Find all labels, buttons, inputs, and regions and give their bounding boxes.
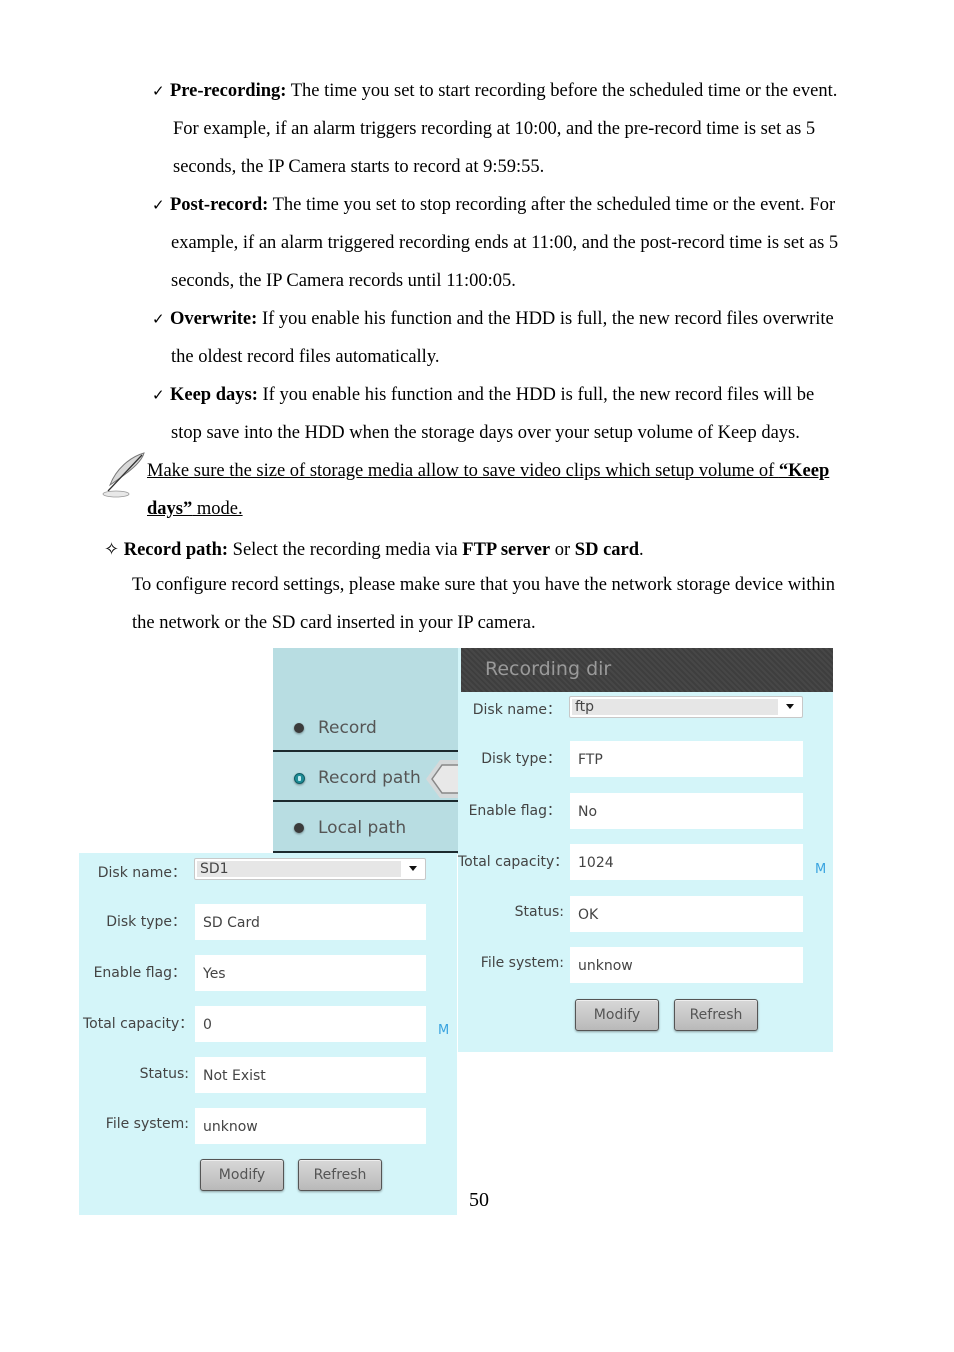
file-system-label: File system: [480,955,564,971]
sd-card-bold: SD card [574,540,640,560]
feather-pen-icon [102,452,145,498]
status-label: Status: [514,904,564,920]
checkmark-icon: ✓ [152,196,165,214]
disk-type-field[interactable]: FTP [570,741,803,777]
nav-divider [273,800,459,802]
bullet-text-line: the oldest record files automatically. [171,347,440,367]
page-number: 50 [469,1189,489,1211]
record-path-text: Select the recording media via [228,540,463,560]
total-capacity-label: Total capacity： [458,854,569,870]
status-field[interactable]: OK [570,896,803,932]
ftp-server-bold: FTP server [462,540,551,560]
disk-name-label: Disk name： [472,702,561,718]
file-system-field[interactable]: unknow [195,1108,426,1144]
record-path-heading: ✧ Record path: Select the recording medi… [104,539,644,561]
enable-flag-field[interactable]: No [570,793,803,829]
status-label: Status: [139,1066,189,1082]
recording-dir-header: Recording dir [461,648,833,692]
bullet-text: The time you set to stop recording after… [272,195,836,215]
checkmark-icon: ✓ [152,386,165,404]
file-system-label: File system: [105,1116,189,1132]
note-bold: “Keep [778,461,830,481]
bullet-text: If you enable his function and the HDD i… [262,385,815,405]
note-line-1: Make sure the size of storage media allo… [147,460,829,482]
disk-type-field[interactable]: SD Card [195,904,426,940]
note-text: Make sure the size of storage media allo… [147,461,779,481]
bullet-term: Post-record: [170,195,269,215]
capacity-unit: M [815,862,827,877]
disk-name-label: Disk name： [97,865,186,881]
selected-arrow-icon [426,760,462,798]
record-nav-panel: Record Record path Local path [273,648,462,854]
nav-item-record[interactable]: Record [273,706,459,754]
record-path-para-line: the network or the SD card inserted in y… [132,613,536,633]
nav-item-label: Record path [318,768,421,788]
bullet-text-line: seconds, the IP Camera starts to record … [173,157,545,177]
enable-flag-label: Enable flag： [93,965,186,981]
radio-dot-icon [294,723,304,733]
radio-dot-icon [294,823,304,833]
bullet-text-line: seconds, the IP Camera records until 11:… [171,271,516,291]
panel-title: Recording dir [485,658,612,680]
file-system-field[interactable]: unknow [570,947,803,983]
bullet-pre-recording: ✓ Pre-recording: The time you set to star… [152,80,837,102]
bullet-overwrite: ✓ Overwrite: If you enable his function a… [152,308,834,330]
note-line-2: days” mode. [147,498,243,520]
disk-name-value: SD1 [197,861,401,877]
nav-item-label: Record [318,718,377,738]
bullet-term: Overwrite: [170,309,258,329]
status-field[interactable]: Not Exist [195,1057,426,1093]
enable-flag-field[interactable]: Yes [195,955,426,991]
capacity-unit: M [438,1023,450,1038]
refresh-button[interactable]: Refresh [674,999,758,1031]
nav-divider [273,750,459,752]
record-path-term: Record path: [123,540,229,560]
bullet-text: The time you set to start recording befo… [290,81,838,101]
bullet-text: If you enable his function and the HDD i… [261,309,834,329]
enable-flag-label: Enable flag： [468,803,561,819]
radio-dot-active-icon [294,773,305,784]
record-path-para-line: To configure record settings, please mak… [132,575,836,595]
total-capacity-field[interactable]: 1024 [570,844,803,880]
bullet-text-line: stop save into the HDD when the storage … [171,423,800,443]
bullet-term: Pre-recording: [170,81,287,101]
total-capacity-label: Total capacity： [83,1016,194,1032]
refresh-button[interactable]: Refresh [298,1159,382,1191]
disk-type-label: Disk type： [106,914,186,930]
bullet-post-record: ✓ Post-record: The time you set to stop r… [152,194,835,216]
record-path-text: . [639,540,644,560]
modify-button[interactable]: Modify [200,1159,284,1191]
bullet-term: Keep days: [170,385,258,405]
note-bold: days” [147,499,193,519]
nav-item-local-path[interactable]: Local path [273,806,459,854]
total-capacity-field[interactable]: 0 [195,1006,426,1042]
checkmark-icon: ✓ [152,310,165,328]
dropdown-caret-icon [409,866,417,871]
record-path-text: or [550,540,575,560]
bullet-text-line: For example, if an alarm triggers record… [173,119,816,139]
four-point-star-icon: ✧ [104,539,120,560]
modify-button[interactable]: Modify [575,999,659,1031]
disk-type-label: Disk type： [481,751,561,767]
disk-name-value: ftp [572,699,778,715]
checkmark-icon: ✓ [152,82,165,100]
nav-item-label: Local path [318,818,407,838]
bullet-text-line: example, if an alarm triggered recording… [171,233,839,253]
disk-name-select[interactable]: SD1 [194,858,426,880]
note-text: mode. [192,499,243,519]
bullet-keep-days: ✓ Keep days: If you enable his function a… [152,384,814,406]
dropdown-caret-icon [786,704,794,709]
disk-name-select[interactable]: ftp [569,696,803,718]
